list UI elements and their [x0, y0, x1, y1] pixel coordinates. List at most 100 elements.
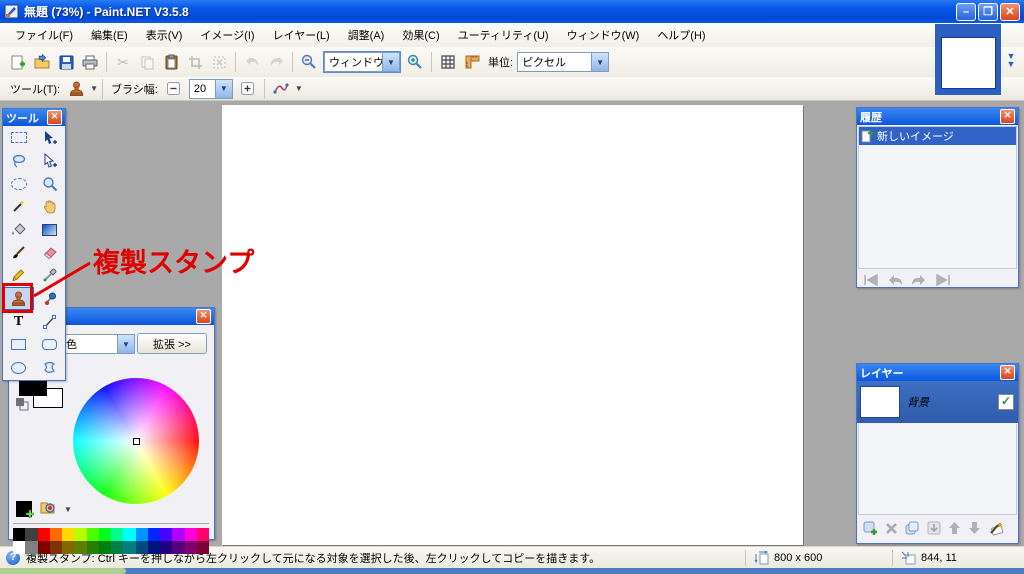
image-list-chevron-icon[interactable]: ▼ ▼	[1004, 52, 1018, 69]
tool-paintbrush[interactable]	[3, 241, 34, 264]
tool-magic-wand[interactable]	[3, 195, 34, 218]
zoom-in-button[interactable]	[403, 50, 427, 74]
tool-move-selection[interactable]	[34, 149, 65, 172]
menu-utilities[interactable]: ユーティリティ(U)	[449, 24, 558, 46]
palette-swatch[interactable]	[147, 541, 160, 554]
layer-visibility-checkbox[interactable]: ✓	[998, 394, 1014, 410]
drawing-canvas[interactable]	[222, 105, 803, 545]
palette-swatch[interactable]	[62, 528, 75, 541]
tool-text[interactable]: T	[3, 310, 34, 333]
tool-ellipse-shape[interactable]	[3, 356, 34, 379]
layer-row[interactable]: 背景 ✓	[857, 381, 1018, 423]
colors-palette-close-icon[interactable]: ✕	[196, 309, 211, 324]
palette-swatch[interactable]	[86, 528, 99, 541]
menu-file[interactable]: ファイル(F)	[6, 24, 82, 46]
palette-swatch[interactable]	[49, 541, 62, 554]
copy-button[interactable]	[135, 50, 159, 74]
chevron-down-icon[interactable]: ▼	[90, 84, 98, 93]
print-button[interactable]	[78, 50, 102, 74]
tool-recolor[interactable]	[34, 287, 65, 310]
tool-zoom[interactable]	[34, 172, 65, 195]
menu-layers[interactable]: レイヤー(L)	[264, 24, 339, 46]
palette-swatch[interactable]	[111, 541, 124, 554]
redo-button[interactable]	[264, 50, 288, 74]
tools-palette-titlebar[interactable]: ツール ✕	[3, 109, 65, 126]
swap-colors-icon[interactable]	[15, 397, 29, 411]
history-palette-titlebar[interactable]: 履歴 ✕	[857, 108, 1018, 125]
tool-rectangle-shape[interactable]	[3, 333, 34, 356]
open-file-button[interactable]	[30, 50, 54, 74]
palette-swatch[interactable]	[184, 541, 197, 554]
history-rewind-icon[interactable]	[863, 274, 879, 286]
tool-freeform-shape[interactable]	[34, 356, 65, 379]
tool-eraser[interactable]	[34, 241, 65, 264]
palette-swatch[interactable]	[172, 528, 185, 541]
palette-swatch[interactable]	[13, 541, 26, 554]
palette-swatch[interactable]	[98, 541, 111, 554]
palette-swatch[interactable]	[123, 528, 136, 541]
duplicate-layer-icon[interactable]	[905, 521, 920, 536]
menu-adjustments[interactable]: 調整(A)	[339, 24, 394, 46]
add-layer-icon[interactable]	[863, 521, 878, 536]
layer-properties-icon[interactable]	[988, 521, 1004, 536]
new-file-button[interactable]	[6, 50, 30, 74]
layers-palette-titlebar[interactable]: レイヤー ✕	[857, 364, 1018, 381]
image-list-thumbnail[interactable]	[935, 24, 1001, 95]
move-layer-up-icon[interactable]	[948, 521, 961, 535]
palette-swatch[interactable]	[62, 541, 75, 554]
menu-effects[interactable]: 効果(C)	[393, 24, 448, 46]
menu-help[interactable]: ヘルプ(H)	[648, 24, 714, 46]
palette-swatch[interactable]	[135, 528, 148, 541]
save-button[interactable]	[54, 50, 78, 74]
chevron-down-icon[interactable]: ▼	[382, 53, 399, 71]
palette-swatch[interactable]	[49, 528, 62, 541]
deselect-button[interactable]	[207, 50, 231, 74]
tool-gradient[interactable]	[34, 218, 65, 241]
grid-toggle-button[interactable]	[436, 50, 460, 74]
palette-swatch[interactable]	[13, 528, 26, 541]
menu-window[interactable]: ウィンドウ(W)	[558, 24, 649, 46]
tool-ellipse-select[interactable]	[3, 172, 34, 195]
brush-width-increase-button[interactable]	[236, 77, 260, 101]
undo-button[interactable]	[240, 50, 264, 74]
tool-line-curve[interactable]	[34, 310, 65, 333]
colors-expand-button[interactable]: 拡張 >>	[137, 333, 207, 354]
palette-swatch[interactable]	[74, 528, 87, 541]
brush-width-combobox[interactable]: 20 ▼	[188, 78, 233, 99]
cut-button[interactable]: ✂	[111, 50, 135, 74]
delete-layer-icon[interactable]	[885, 522, 898, 535]
ruler-toggle-button[interactable]	[460, 50, 484, 74]
history-palette-close-icon[interactable]: ✕	[1000, 109, 1015, 124]
minimize-button[interactable]: –	[956, 2, 976, 21]
merge-down-icon[interactable]	[927, 521, 941, 535]
palette-swatch[interactable]	[74, 541, 87, 554]
menu-edit[interactable]: 編集(E)	[82, 24, 137, 46]
chevron-down-icon[interactable]: ▼	[117, 335, 134, 353]
palette-swatch[interactable]	[37, 541, 50, 554]
palette-swatch[interactable]	[135, 541, 148, 554]
palette-swatch[interactable]	[184, 528, 197, 541]
menu-image[interactable]: イメージ(I)	[191, 24, 263, 46]
palette-swatch[interactable]	[172, 541, 185, 554]
tool-pan[interactable]	[34, 195, 65, 218]
current-tool-stamp-icon[interactable]	[64, 77, 88, 101]
palette-swatch[interactable]	[25, 541, 38, 554]
history-fastforward-icon[interactable]	[935, 274, 951, 286]
palette-swatch[interactable]	[147, 528, 160, 541]
zoom-level-combobox[interactable]: ウィンドウ ▼	[323, 51, 401, 73]
palette-swatch[interactable]	[86, 541, 99, 554]
chevron-down-icon[interactable]: ▼	[214, 79, 232, 98]
tool-paint-bucket[interactable]	[3, 218, 34, 241]
tool-rectangle-select[interactable]	[3, 126, 34, 149]
history-undo-icon[interactable]	[887, 274, 903, 286]
palette-swatch[interactable]	[98, 528, 111, 541]
palette-swatch[interactable]	[111, 528, 124, 541]
palette-swatch[interactable]	[25, 528, 38, 541]
palette-swatch[interactable]	[196, 528, 209, 541]
paste-button[interactable]	[159, 50, 183, 74]
color-wheel[interactable]	[73, 378, 199, 504]
zoom-out-button[interactable]	[297, 50, 321, 74]
crop-button[interactable]	[183, 50, 207, 74]
color-wheel-cursor[interactable]	[133, 438, 140, 445]
layers-palette-close-icon[interactable]: ✕	[1000, 365, 1015, 380]
